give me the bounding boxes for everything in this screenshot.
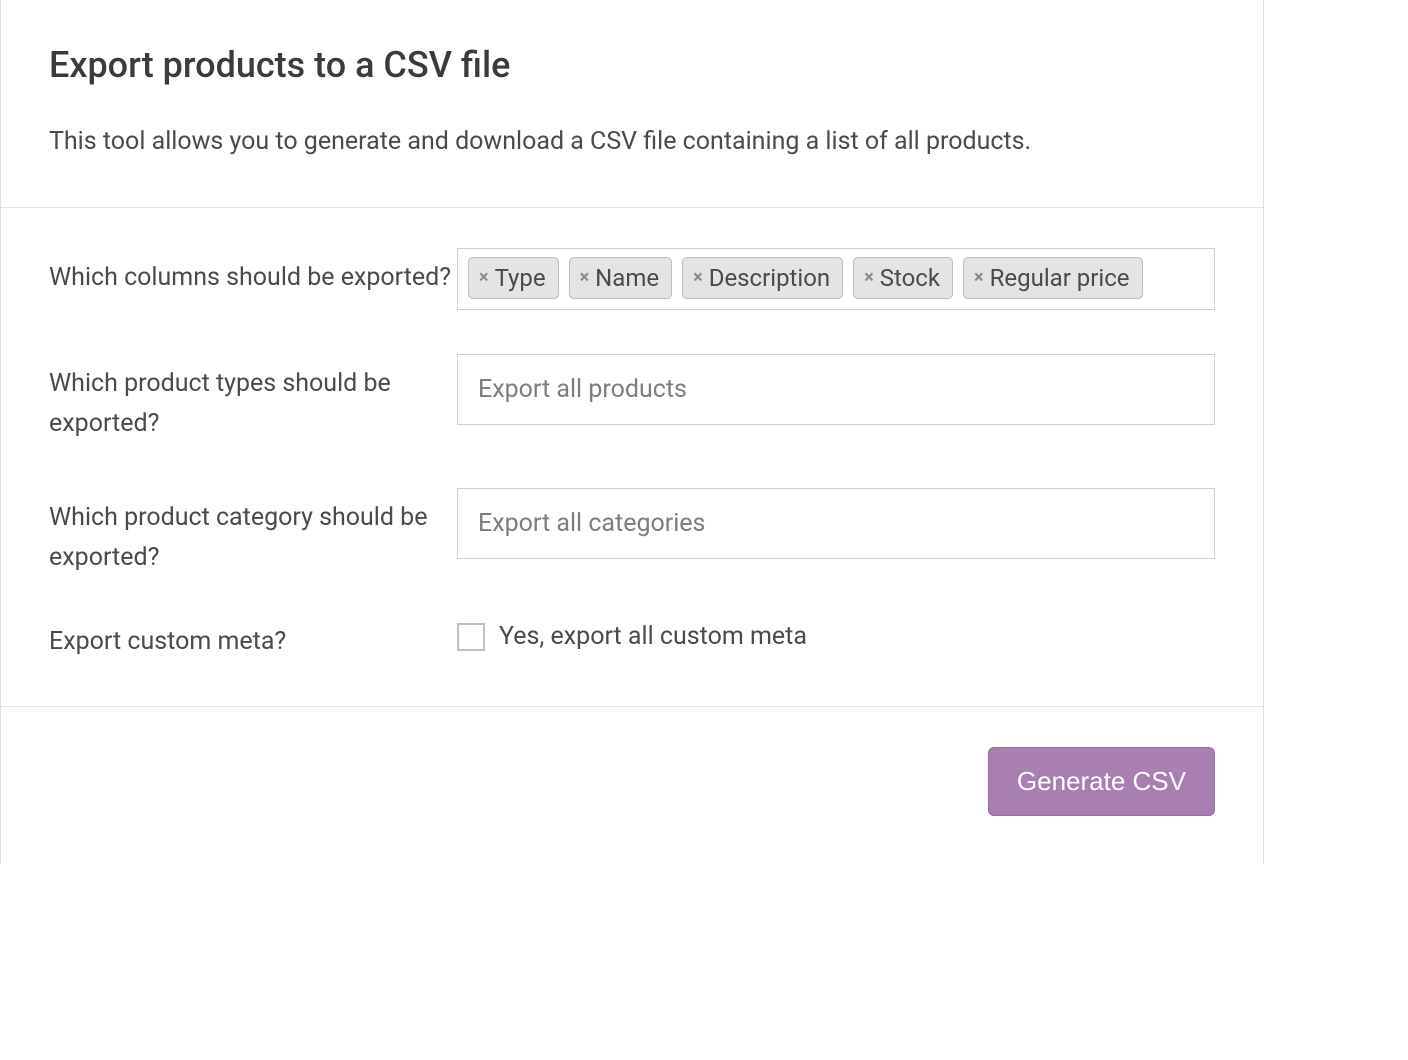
custom-meta-label: Export custom meta? xyxy=(49,622,457,662)
custom-meta-row: Export custom meta? Yes, export all cust… xyxy=(49,622,1215,662)
columns-tag-input[interactable]: × Type × Name × Description × Stock xyxy=(457,248,1215,310)
page-title: Export products to a CSV file xyxy=(49,44,1215,86)
product-types-row: Which product types should be exported? … xyxy=(49,354,1215,444)
close-icon[interactable]: × xyxy=(479,269,489,287)
tag-label: Name xyxy=(595,264,659,292)
tag-description: × Description xyxy=(682,257,843,299)
tag-name: × Name xyxy=(569,257,673,299)
tag-label: Description xyxy=(709,264,831,292)
close-icon[interactable]: × xyxy=(693,269,703,287)
tag-regular-price: × Regular price xyxy=(963,257,1143,299)
columns-row: Which columns should be exported? × Type… xyxy=(49,248,1215,310)
custom-meta-control: Yes, export all custom meta xyxy=(457,622,1215,651)
columns-control: × Type × Name × Description × Stock xyxy=(457,248,1215,310)
export-panel: Export products to a CSV file This tool … xyxy=(0,0,1264,864)
product-category-select[interactable]: Export all categories xyxy=(457,488,1215,559)
tag-stock: × Stock xyxy=(853,257,953,299)
columns-label: Which columns should be exported? xyxy=(49,248,457,298)
product-category-label: Which product category should be exporte… xyxy=(49,488,457,578)
tag-label: Stock xyxy=(880,264,940,292)
generate-csv-button[interactable]: Generate CSV xyxy=(988,747,1215,816)
tag-label: Type xyxy=(495,264,546,292)
page-description: This tool allows you to generate and dow… xyxy=(49,124,1215,159)
close-icon[interactable]: × xyxy=(580,269,590,287)
product-category-control: Export all categories xyxy=(457,488,1215,559)
product-category-row: Which product category should be exporte… xyxy=(49,488,1215,578)
product-types-select[interactable]: Export all products xyxy=(457,354,1215,425)
footer-section: Generate CSV xyxy=(1,706,1263,864)
header-section: Export products to a CSV file This tool … xyxy=(1,0,1263,207)
close-icon[interactable]: × xyxy=(974,269,984,287)
close-icon[interactable]: × xyxy=(864,269,874,287)
product-types-label: Which product types should be exported? xyxy=(49,354,457,444)
form-section: Which columns should be exported? × Type… xyxy=(1,207,1263,706)
custom-meta-checkbox-label: Yes, export all custom meta xyxy=(499,622,807,651)
product-types-control: Export all products xyxy=(457,354,1215,425)
custom-meta-checkbox[interactable] xyxy=(457,623,485,651)
tag-label: Regular price xyxy=(990,264,1130,292)
tag-type: × Type xyxy=(468,257,559,299)
